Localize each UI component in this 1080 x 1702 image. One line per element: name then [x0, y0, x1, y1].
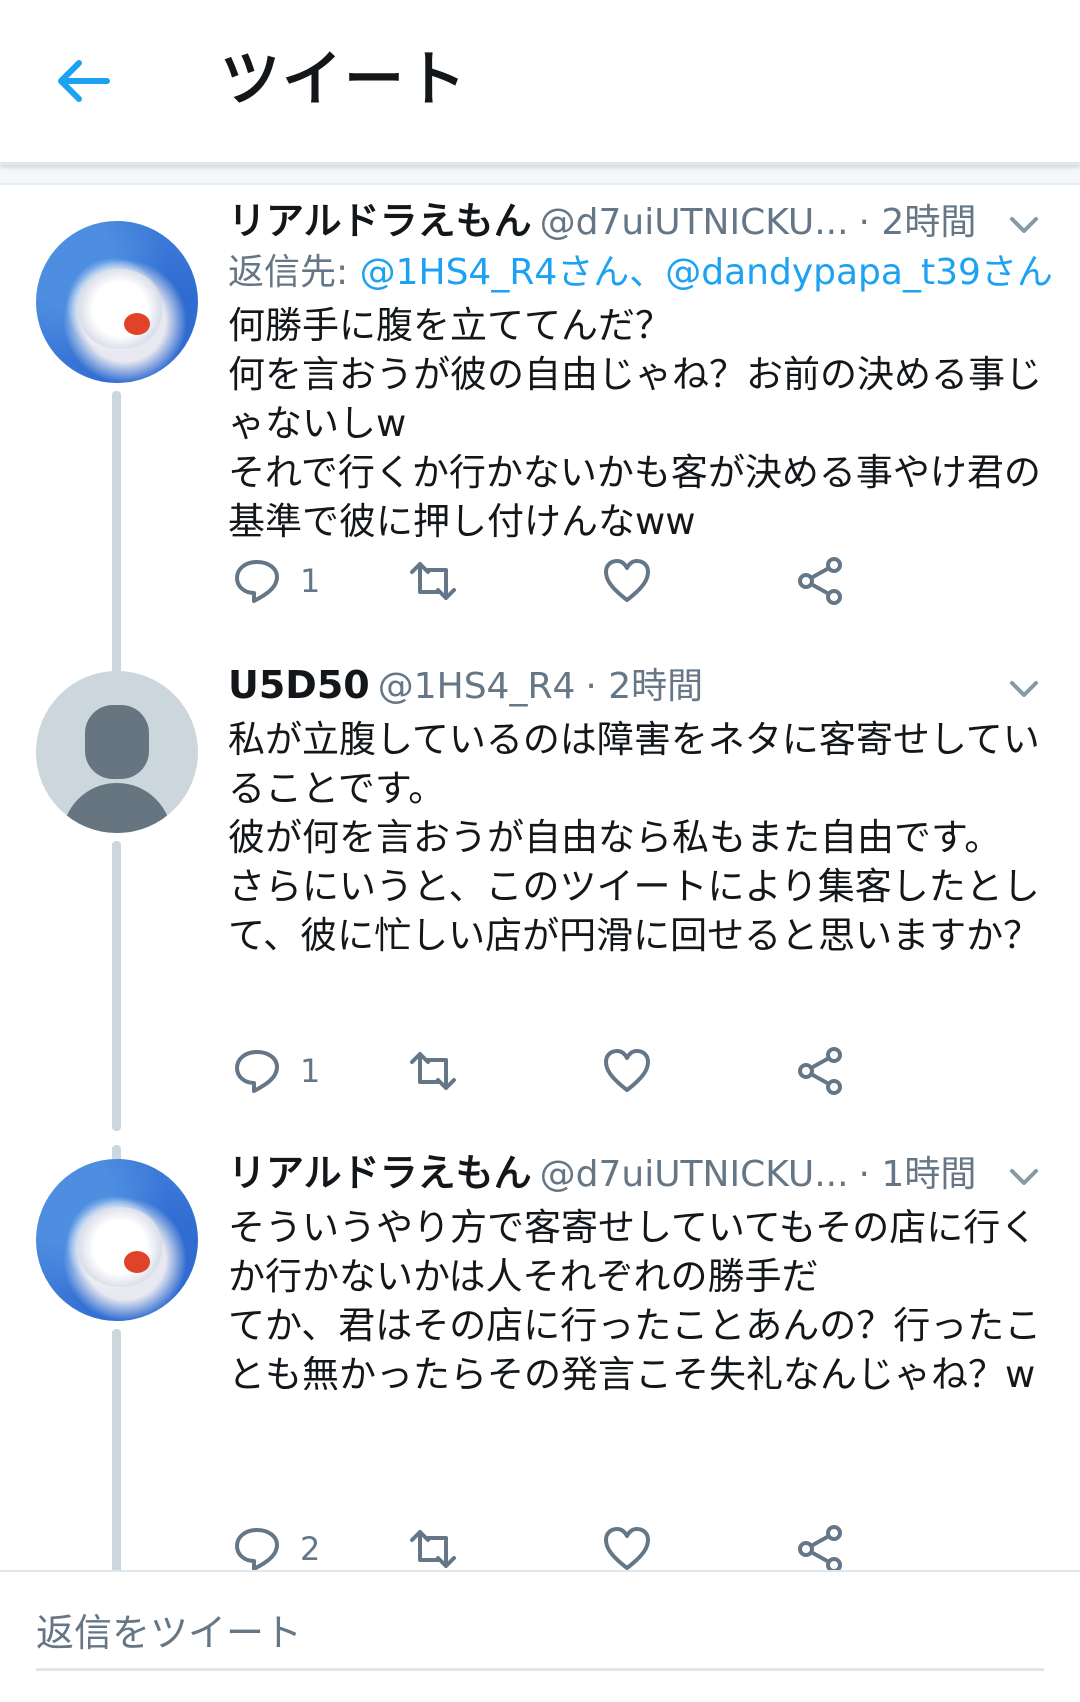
tweet-actions: 1	[232, 1041, 952, 1101]
reply-icon	[235, 1050, 279, 1093]
tweet-text: 私が立腹しているのは障害をネタに客寄せしていることです。 彼が何を言おうが自由な…	[228, 718, 1041, 957]
share-icon	[798, 1525, 842, 1570]
share-button[interactable]	[796, 1041, 846, 1101]
avatar[interactable]	[36, 1159, 198, 1321]
avatar-nose	[124, 313, 150, 335]
tweet-header: リアルドラえもん @d7uiUTNICKU... · 1時間	[228, 1143, 1060, 1203]
reply-composer-bar: 返信をツイート	[0, 1570, 1080, 1702]
tweet-time[interactable]: · 1時間	[859, 1154, 977, 1195]
user-handle[interactable]: @d7uiUTNICKU...	[540, 1154, 849, 1195]
mention-links[interactable]: @1HS4_R4さん、@dandypapa_t39さん	[360, 252, 1053, 293]
display-name[interactable]: リアルドラえもん	[228, 199, 532, 243]
retweet-icon	[410, 562, 456, 600]
like-button[interactable]	[602, 1041, 652, 1101]
tweet-text: 何勝手に腹を立ててんだ？ 何を言おうが彼の自由じゃね？お前の決める事じゃないしw…	[228, 304, 1042, 543]
display-name[interactable]: U5D50	[228, 663, 370, 707]
tweet-actions: 1	[232, 551, 952, 611]
like-button[interactable]	[602, 1519, 652, 1570]
back-button[interactable]	[48, 50, 118, 112]
reply-count: 2	[300, 1530, 321, 1568]
share-icon	[798, 1047, 842, 1095]
thread-connector	[112, 1329, 121, 1570]
header-divider	[0, 165, 1080, 185]
reply-count: 1	[300, 562, 321, 600]
reply-button[interactable]: 1	[232, 1041, 320, 1101]
chevron-down-icon[interactable]	[1006, 1159, 1042, 1195]
reply-button[interactable]: 1	[232, 551, 320, 611]
heart-icon	[604, 1527, 650, 1570]
tweet-actions: 2	[232, 1519, 952, 1570]
thread-connector	[112, 391, 121, 681]
heart-icon	[604, 1049, 650, 1092]
page-title: ツイート	[220, 45, 468, 115]
avatar-fur	[76, 1207, 164, 1287]
retweet-button[interactable]	[408, 1519, 458, 1570]
top-bar: ツイート	[0, 0, 1080, 165]
chevron-down-icon[interactable]	[1006, 671, 1042, 707]
conversation-thread: リアルドラえもん @d7uiUTNICKU... · 2時間 返信先: @1HS4_…	[0, 185, 1080, 1570]
heart-icon	[604, 559, 650, 602]
tweet-time[interactable]: · 2時間	[859, 202, 977, 243]
chevron-down-icon[interactable]	[1006, 207, 1042, 243]
avatar-nose	[124, 1251, 150, 1273]
reply-count: 1	[300, 1052, 321, 1090]
retweet-icon	[410, 1052, 456, 1090]
avatar-fur	[76, 269, 164, 349]
reply-input[interactable]: 返信をツイート	[36, 1598, 1044, 1671]
user-handle[interactable]: @d7uiUTNICKU...	[540, 202, 849, 243]
retweet-button[interactable]	[408, 551, 458, 611]
share-icon	[798, 557, 842, 605]
default-avatar-body	[62, 783, 172, 833]
reply-button[interactable]: 2	[232, 1519, 320, 1570]
display-name[interactable]: リアルドラえもん	[228, 1151, 532, 1195]
avatar[interactable]	[36, 671, 198, 833]
avatar[interactable]	[36, 221, 198, 383]
reply-icon	[235, 560, 279, 603]
tweet-text: そういうやり方で客寄せしていてもその店に行くか行かないかは人それぞれの勝手だ て…	[228, 1206, 1042, 1396]
thread-connector	[112, 841, 121, 1131]
arrow-left-icon	[58, 60, 110, 102]
replying-to-label: 返信先:	[228, 252, 349, 293]
tweet-header: U5D50 @1HS4_R4 · 2時間	[228, 655, 1060, 715]
retweet-button[interactable]	[408, 1041, 458, 1101]
like-button[interactable]	[602, 551, 652, 611]
tweet-time[interactable]: · 2時間	[585, 666, 703, 707]
reply-icon	[235, 1528, 279, 1570]
user-handle[interactable]: @1HS4_R4	[378, 666, 576, 707]
share-button[interactable]	[796, 551, 846, 611]
share-button[interactable]	[796, 1519, 846, 1570]
retweet-icon	[410, 1530, 456, 1568]
replying-to: 返信先: @1HS4_R4さん、@dandypapa_t39さん	[228, 247, 1053, 299]
default-avatar-head	[85, 705, 149, 779]
tweet-header: リアルドラえもん @d7uiUTNICKU... · 2時間	[228, 191, 1060, 251]
